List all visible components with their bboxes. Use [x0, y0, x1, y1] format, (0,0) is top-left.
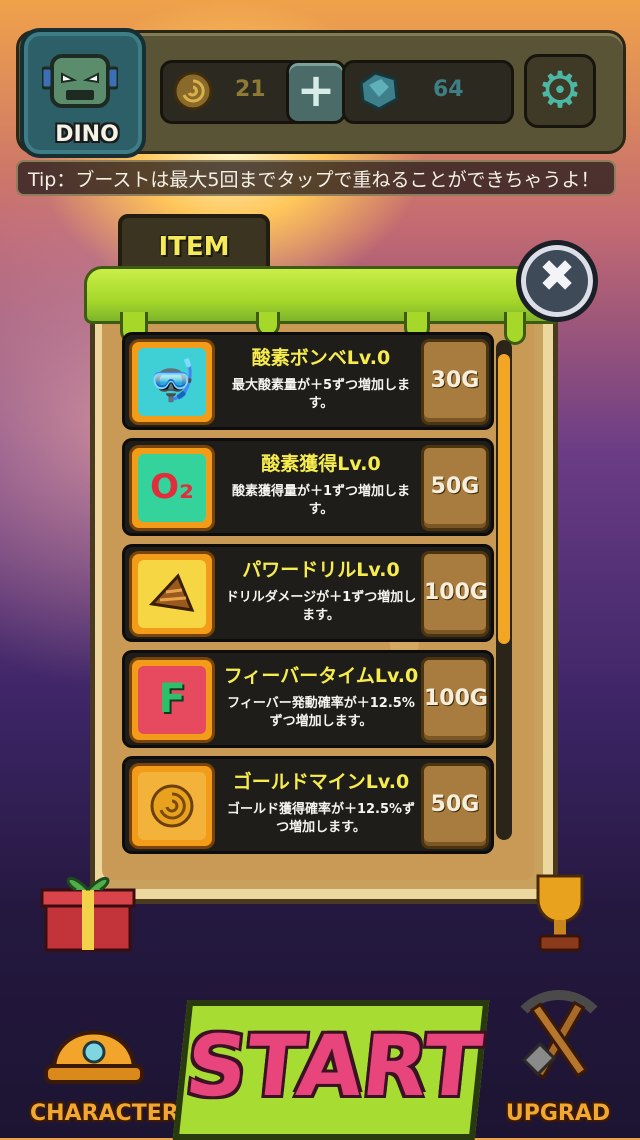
- start-button[interactable]: START: [172, 1000, 490, 1140]
- gift-box-icon[interactable]: [40, 870, 136, 954]
- fever-icon: F: [138, 666, 206, 734]
- drill-icon: [138, 560, 206, 628]
- item-description: ドリルダメージが＋1ずつ増加します。: [225, 590, 417, 623]
- trophy-icon[interactable]: [520, 870, 600, 954]
- list-item: O₂ 酸素獲得Lv.0 酸素獲得量が＋1ずつ増加します。 50G: [122, 438, 494, 536]
- buy-button[interactable]: 50G: [421, 763, 489, 849]
- item-description: 最大酸素量が＋5ずつ増加します。: [231, 378, 411, 411]
- item-description: ゴールド獲得確率が＋12.5%ずつ増加します。: [226, 802, 416, 835]
- settings-button[interactable]: ⚙: [524, 54, 596, 128]
- list-item: パワードリルLv.0 ドリルダメージが＋1ずつ増加します。 100G: [122, 544, 494, 642]
- character-button[interactable]: CHARACTER: [30, 1000, 179, 1130]
- buy-button[interactable]: 50G: [421, 445, 489, 531]
- start-label: START: [181, 1017, 487, 1115]
- buy-button[interactable]: 100G: [421, 657, 489, 743]
- price-label: 30G: [430, 368, 480, 393]
- upgrade-button[interactable]: UPGRAD: [488, 990, 628, 1130]
- gold-coin-icon: [138, 772, 206, 840]
- gear-icon: ⚙: [537, 61, 583, 119]
- item-title: ゴールドマインLv.0: [232, 771, 410, 793]
- hardhat-icon: [44, 1030, 144, 1084]
- item-thumb: F: [129, 657, 215, 743]
- dino-face-icon: [42, 54, 118, 108]
- gold-coin-shape: [150, 784, 194, 828]
- buy-button[interactable]: 100G: [421, 551, 489, 637]
- item-title: フィーバータイムLv.0: [223, 665, 419, 687]
- close-button[interactable]: ✖: [516, 240, 598, 322]
- drill-shape: [148, 573, 195, 612]
- gem-count: 64: [433, 77, 464, 102]
- upgrade-label: UPGRAD: [505, 1101, 611, 1126]
- item-thumb: [129, 763, 215, 849]
- price-label: 100G: [424, 686, 488, 711]
- item-thumb: O₂: [129, 445, 215, 531]
- price-label: 100G: [424, 580, 488, 605]
- pickaxe-shovel-icon: [520, 990, 598, 1080]
- buy-button[interactable]: 30G: [421, 339, 489, 425]
- character-label: CHARACTER: [30, 1101, 179, 1126]
- list-item: 🤿 酸素ボンベLv.0 最大酸素量が＋5ずつ増加します。 30G: [122, 332, 494, 430]
- price-label: 50G: [430, 474, 480, 499]
- slime-border: [84, 266, 560, 324]
- item-list[interactable]: 🤿 酸素ボンベLv.0 最大酸素量が＋5ずつ増加します。 30G O₂ 酸素獲得…: [122, 326, 516, 856]
- character-avatar[interactable]: DINO: [20, 28, 146, 158]
- add-coins-button[interactable]: +: [286, 60, 346, 124]
- tip-banner: Tip：ブーストは最大5回までタップで重ねることができちゃうよ！: [16, 160, 616, 196]
- o2-icon: O₂: [138, 454, 206, 522]
- item-title: 酸素ボンベLv.0: [251, 347, 391, 369]
- oxygen-tank-icon: 🤿: [138, 348, 206, 416]
- tab-item-label: ITEM: [158, 232, 230, 262]
- item-description: フィーバー発動確率が＋12.5%ずつ増加します。: [227, 696, 415, 729]
- gem-icon: [359, 71, 399, 111]
- coin-icon: [173, 71, 213, 111]
- close-icon: ✖: [538, 251, 576, 302]
- price-label: 50G: [430, 792, 480, 817]
- item-title: パワードリルLv.0: [242, 559, 400, 581]
- character-name: DINO: [55, 122, 119, 147]
- scrollbar-thumb[interactable]: [498, 354, 510, 644]
- item-thumb: [129, 551, 215, 637]
- item-thumb: 🤿: [129, 339, 215, 425]
- item-title: 酸素獲得Lv.0: [261, 453, 381, 475]
- gem-counter: 64: [342, 60, 514, 124]
- plus-icon: +: [296, 63, 336, 117]
- list-item: ゴールドマインLv.0 ゴールド獲得確率が＋12.5%ずつ増加します。 50G: [122, 756, 494, 854]
- coin-count: 21: [235, 77, 266, 102]
- item-description: 酸素獲得量が＋1ずつ増加します。: [231, 484, 411, 517]
- list-item: F フィーバータイムLv.0 フィーバー発動確率が＋12.5%ずつ増加します。 …: [122, 650, 494, 748]
